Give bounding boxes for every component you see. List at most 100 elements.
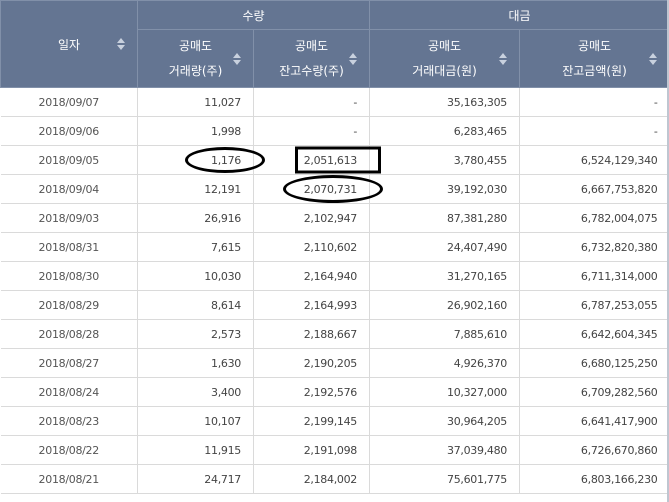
cell-short-balance-qty: 2,051,613	[253, 145, 381, 175]
cell-short-balance-amount: 6,711,314,000	[519, 261, 669, 291]
sort-icon[interactable]	[499, 52, 507, 65]
table-row: 2018/09/03 26,916 2,102,947 87,381,280 6,782…	[0, 203, 669, 233]
group-header-amount: 대금	[369, 0, 669, 30]
table-row: 2018/08/22 11,915 2,191,098 37,039,480 6,726…	[0, 435, 669, 465]
table-row: 2018/09/04 12,191 2,070,731 39,192,030 6,667…	[0, 174, 669, 204]
cell-date: 2018/09/07	[0, 87, 138, 117]
cell-short-volume: 2,573	[137, 319, 254, 349]
table-header: 일자 수량 대금 공매도 거래량(주) 공매도 잔고수량(주) 공매도 거래대금…	[0, 0, 669, 88]
cell-short-volume: 8,614	[137, 290, 254, 320]
cell-date: 2018/09/04	[0, 174, 138, 204]
cell-short-volume: 10,107	[137, 406, 254, 436]
cell-short-balance-qty: 2,191,098	[253, 435, 370, 465]
cell-short-amount: 6,283,465	[369, 116, 520, 146]
cell-date: 2018/08/21	[0, 464, 138, 494]
cell-short-balance-amount: 6,524,129,340	[519, 145, 669, 175]
cell-short-balance-amount: 6,732,820,380	[519, 232, 669, 262]
cell-short-balance-amount: 6,709,282,560	[519, 377, 669, 407]
cell-short-balance-amount: 6,787,253,055	[519, 290, 669, 320]
cell-short-balance-qty: 2,199,145	[253, 406, 370, 436]
cell-short-volume: 11,915	[137, 435, 254, 465]
cell-short-balance-qty: -	[253, 87, 370, 117]
cell-short-volume: 1,176	[137, 145, 265, 175]
cell-short-volume: 10,030	[137, 261, 254, 291]
cell-short-balance-qty: 2,192,576	[253, 377, 370, 407]
cell-short-balance-qty: -	[253, 116, 370, 146]
table-row: 2018/08/23 10,107 2,199,145 30,964,205 6,641…	[0, 406, 669, 436]
cell-short-balance-amount: -	[519, 87, 669, 117]
cell-date: 2018/08/27	[0, 348, 138, 378]
cell-date: 2018/08/23	[0, 406, 138, 436]
cell-date: 2018/08/24	[0, 377, 138, 407]
cell-short-amount: 35,163,305	[369, 87, 520, 117]
cell-short-volume: 12,191	[137, 174, 254, 204]
cell-short-balance-qty: 2,188,667	[253, 319, 370, 349]
cell-short-volume: 7,615	[137, 232, 254, 262]
column-header-short-volume[interactable]: 공매도 거래량(주)	[137, 29, 254, 88]
cell-short-amount: 10,327,000	[369, 377, 520, 407]
cell-date: 2018/08/22	[0, 435, 138, 465]
cell-short-balance-qty: 2,110,602	[253, 232, 370, 262]
cell-short-amount: 31,270,165	[369, 261, 520, 291]
cell-short-volume: 1,630	[137, 348, 254, 378]
cell-short-balance-qty: 2,164,940	[253, 261, 370, 291]
cell-date: 2018/08/29	[0, 290, 138, 320]
cell-short-amount: 26,902,160	[369, 290, 520, 320]
group-header-volume: 수량	[137, 0, 370, 30]
cell-short-balance-amount: 6,782,004,075	[519, 203, 669, 233]
cell-short-volume: 24,717	[137, 464, 254, 494]
table-body: 2018/09/07 11,027-35,163,305-2018/09/06 1,…	[0, 87, 669, 494]
cell-short-amount: 4,926,370	[369, 348, 520, 378]
cell-short-amount: 37,039,480	[369, 435, 520, 465]
cell-short-balance-amount: 6,680,125,250	[519, 348, 669, 378]
table-row: 2018/09/05 1,176 2,051,613 3,780,455 6,524,1…	[0, 145, 669, 175]
cell-short-amount: 7,885,610	[369, 319, 520, 349]
cell-short-balance-amount: 6,641,417,900	[519, 406, 669, 436]
cell-short-balance-qty: 2,102,947	[253, 203, 370, 233]
column-header-date-label: 일자	[57, 37, 81, 52]
table-row: 2018/09/07 11,027-35,163,305-	[0, 87, 669, 117]
table-row: 2018/08/28 2,573 2,188,667 7,885,610 6,642,6…	[0, 319, 669, 349]
cell-short-amount: 3,780,455	[369, 145, 520, 175]
cell-short-amount: 87,381,280	[369, 203, 520, 233]
cell-short-balance-amount: 6,667,753,820	[519, 174, 669, 204]
cell-short-balance-amount: -	[519, 116, 669, 146]
cell-date: 2018/08/30	[0, 261, 138, 291]
sort-icon[interactable]	[349, 52, 357, 65]
cell-short-amount: 75,601,775	[369, 464, 520, 494]
column-header-short-balance-amount[interactable]: 공매도 잔고금액(원)	[519, 29, 669, 88]
cell-short-volume: 3,400	[137, 377, 254, 407]
cell-short-balance-amount: 6,726,670,860	[519, 435, 669, 465]
cell-date: 2018/09/06	[0, 116, 138, 146]
cell-short-balance-qty: 2,184,002	[253, 464, 370, 494]
cell-date: 2018/08/31	[0, 232, 138, 262]
table-row: 2018/08/24 3,400 2,192,576 10,327,000 6,709,…	[0, 377, 669, 407]
table-row: 2018/08/31 7,615 2,110,602 24,407,490 6,732,…	[0, 232, 669, 262]
cell-short-balance-amount: 6,642,604,345	[519, 319, 669, 349]
short-selling-table-view: 일자 수량 대금 공매도 거래량(주) 공매도 잔고수량(주) 공매도 거래대금…	[0, 0, 669, 502]
cell-date: 2018/08/28	[0, 319, 138, 349]
column-header-date[interactable]: 일자	[0, 0, 138, 88]
table-row: 2018/08/29 8,614 2,164,993 26,902,160 6,787,…	[0, 290, 669, 320]
cell-short-balance-qty: 2,070,731	[253, 174, 383, 204]
cell-short-volume: 11,027	[137, 87, 254, 117]
cell-short-balance-amount: 6,803,166,230	[519, 464, 669, 494]
column-header-short-balance-qty[interactable]: 공매도 잔고수량(주)	[253, 29, 370, 88]
short-selling-table: 일자 수량 대금 공매도 거래량(주) 공매도 잔고수량(주) 공매도 거래대금…	[0, 0, 669, 494]
cell-short-amount: 24,407,490	[369, 232, 520, 262]
column-header-short-amount[interactable]: 공매도 거래대금(원)	[369, 29, 520, 88]
cell-short-volume: 1,998	[137, 116, 254, 146]
cell-date: 2018/09/03	[0, 203, 138, 233]
cell-short-volume: 26,916	[137, 203, 254, 233]
sort-icon[interactable]	[649, 52, 657, 65]
table-row: 2018/08/30 10,030 2,164,940 31,270,165 6,711…	[0, 261, 669, 291]
cell-short-amount: 39,192,030	[369, 174, 520, 204]
table-row: 2018/08/21 24,717 2,184,002 75,601,775 6,803…	[0, 464, 669, 494]
table-row: 2018/08/27 1,630 2,190,205 4,926,370 6,680,1…	[0, 348, 669, 378]
cell-date: 2018/09/05	[0, 145, 138, 175]
cell-short-balance-qty: 2,164,993	[253, 290, 370, 320]
cell-short-amount: 30,964,205	[369, 406, 520, 436]
sort-icon[interactable]	[117, 38, 125, 50]
table-row: 2018/09/06 1,998-6,283,465-	[0, 116, 669, 146]
sort-icon[interactable]	[233, 52, 241, 65]
